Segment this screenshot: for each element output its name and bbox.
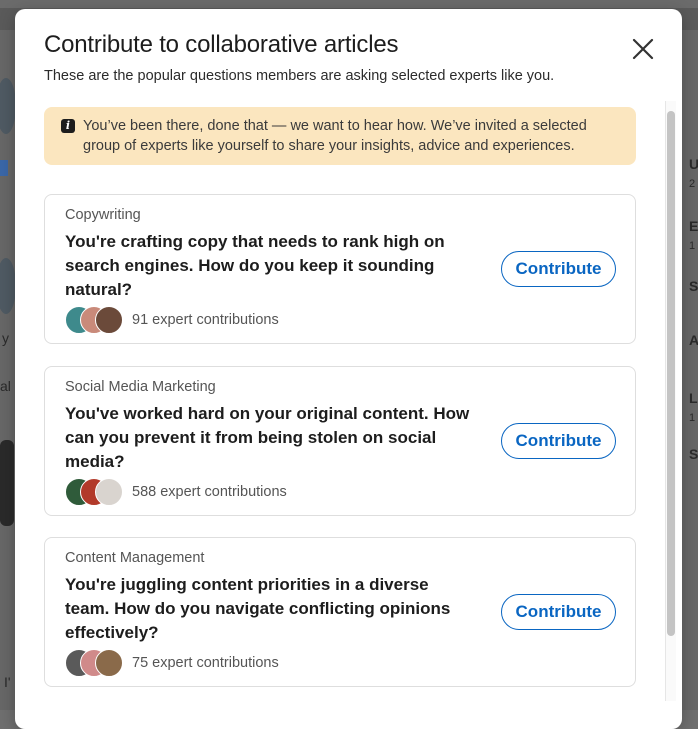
contribution-count: 91 expert contributions (132, 312, 279, 328)
article-card: Social Media Marketing You've worked har… (44, 366, 636, 516)
info-notice-text: You’ve been there, done that — we want t… (83, 118, 587, 154)
contribute-button[interactable]: Contribute (501, 594, 616, 630)
background-text: A (689, 332, 698, 348)
avatar (95, 306, 123, 334)
scrollbar-thumb[interactable] (667, 111, 675, 636)
background-top-bar (0, 0, 698, 8)
contribute-button[interactable]: Contribute (501, 423, 616, 459)
background-text: S (689, 446, 698, 462)
card-question[interactable]: You're crafting copy that needs to rank … (65, 230, 475, 302)
card-category: Copywriting (65, 207, 141, 223)
avatar (95, 649, 123, 677)
contributor-avatars (65, 478, 125, 506)
card-question[interactable]: You've worked hard on your original cont… (65, 402, 475, 474)
info-icon: i (61, 119, 75, 133)
background-text: L (689, 390, 698, 406)
background-text: I' (4, 674, 11, 690)
contributor-avatars (65, 649, 125, 677)
close-button[interactable] (628, 34, 658, 64)
contribution-count: 75 expert contributions (132, 655, 279, 671)
article-card: Content Management You're juggling conte… (44, 537, 636, 687)
contribute-modal: Contribute to collaborative articles The… (15, 9, 682, 729)
background-text: E (689, 218, 698, 234)
background-right-column (682, 30, 698, 710)
background-text: y (2, 330, 9, 346)
card-category: Social Media Marketing (65, 379, 216, 395)
background-blue-mark (0, 160, 8, 176)
background-text: S (689, 278, 698, 294)
background-text: 1 (689, 412, 696, 424)
close-icon (632, 38, 654, 60)
background-text: 1 (689, 240, 696, 252)
card-category: Content Management (65, 550, 205, 566)
contribute-button[interactable]: Contribute (501, 251, 616, 287)
background-text: U (689, 156, 698, 172)
article-card: Copywriting You're crafting copy that ne… (44, 194, 636, 344)
modal-title: Contribute to collaborative articles (44, 31, 399, 58)
modal-subtitle: These are the popular questions members … (44, 68, 555, 84)
contributor-avatars (65, 306, 125, 334)
card-question[interactable]: You're juggling content priorities in a … (65, 573, 475, 645)
background-dark-block (0, 440, 14, 526)
background-text: 2 (689, 178, 696, 190)
info-notice: i You’ve been there, done that — we want… (44, 107, 636, 165)
contribution-count: 588 expert contributions (132, 484, 287, 500)
background-text: al (0, 378, 11, 394)
avatar (95, 478, 123, 506)
